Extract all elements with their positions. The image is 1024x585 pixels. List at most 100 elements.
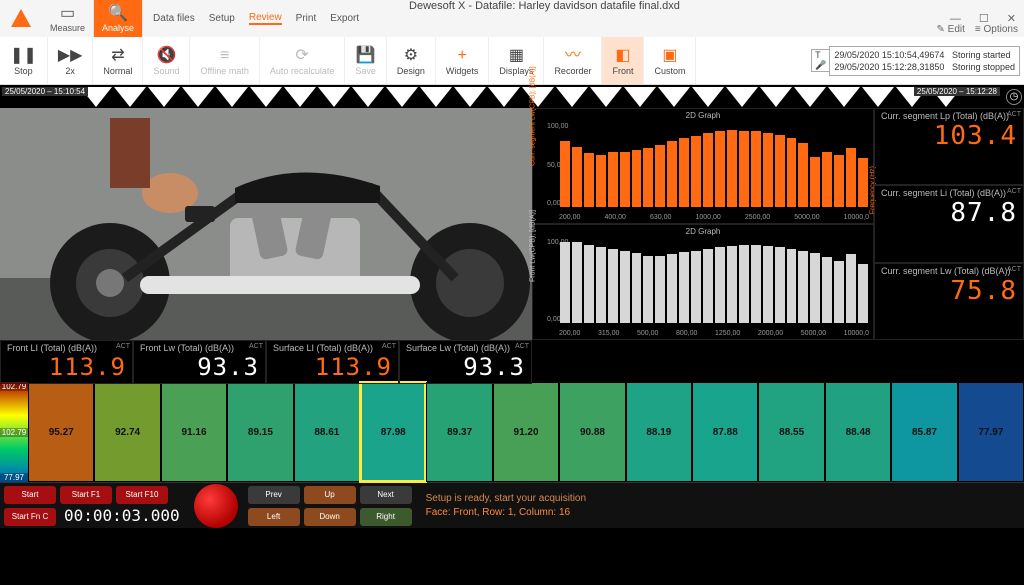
custom-button[interactable]: ▣Custom [644,37,696,84]
doublearrow-icon: ⇄ [111,46,124,66]
measure-label: Measure [50,23,85,33]
pause-icon: ❚❚ [10,46,37,66]
front-button[interactable]: ◧Front [602,37,644,84]
refresh-icon: ⟳ [295,46,308,66]
menu-bar: Data files Setup Review Print Export [143,12,942,25]
digital-right-0[interactable]: ACTCurr. segment Lp (Total) (dB(A))103.4 [874,108,1024,185]
color-cell-4[interactable]: 88.61 [294,382,360,482]
yticks-1: 100,000,00 [547,239,559,323]
app-logo [0,0,42,37]
grid-icon: ▦ [509,46,524,66]
bars-0 [559,123,869,207]
color-table[interactable]: 102.79 102.79 77.97 95.2792.7491.1689.15… [0,382,1024,482]
menu-data-files[interactable]: Data files [153,13,195,24]
analyse-mode-button[interactable]: 🔍 Analyse [94,0,143,37]
plus-icon: + [457,46,466,66]
digital-bottom-1[interactable]: ACTFront Lw (Total) (dB(A))93.3 [133,340,266,384]
color-cell-10[interactable]: 87.88 [692,382,758,482]
digital-right-2[interactable]: ACTCurr. segment Lw (Total) (dB(A))75.8 [874,263,1024,340]
status-text: Setup is ready, start your acquisition F… [426,492,586,520]
video-display[interactable] [0,108,532,340]
digital-right-1[interactable]: ACTCurr. segment Li (Total) (dB(A))87.8 [874,185,1024,262]
next-button[interactable]: Next [360,486,412,504]
auto-recalculate-button[interactable]: ⟳Auto recalculate [260,37,346,84]
event-log: T🎤 29/05/2020 15:10:54,49674 Storing sta… [807,37,1024,84]
color-cell-8[interactable]: 90.88 [559,382,625,482]
timecode: 00:00:03.000 [58,506,186,528]
color-cell-6[interactable]: 89.37 [426,382,492,482]
window-title: Dewesoft X - Datafile: Harley davidson d… [405,0,680,12]
recorder-button[interactable]: 〰Recorder [544,37,602,84]
menu-review[interactable]: Review [249,12,282,25]
start-fnc-button[interactable]: Start Fn C [4,508,56,526]
speed-2x-button[interactable]: ▶▶2x [48,37,94,84]
gear-icon: ⚙ [404,46,418,66]
math-icon: ≡ [220,46,229,66]
color-cell-11[interactable]: 88.55 [758,382,824,482]
measure-mode-button[interactable]: ▭ Measure [42,0,94,37]
start-f1-button[interactable]: Start F1 [60,486,112,504]
waveform-icon: 〰 [565,46,581,66]
color-scale: 102.79 102.79 77.97 [0,382,28,482]
left-button[interactable]: Left [248,508,300,526]
color-cell-12[interactable]: 88.48 [825,382,891,482]
color-cell-5[interactable]: 87.98 [360,382,426,482]
digital-bottom-2[interactable]: ACTSurface LI (Total) (dB(A))113.9 [266,340,399,384]
normal-button[interactable]: ⇄Normal [93,37,143,84]
main-panel: 2D Graph Curr. segment Lw(CPB); [dB(A)] … [0,108,1024,340]
stop-button[interactable]: ❚❚Stop [0,37,48,84]
color-cell-3[interactable]: 89.15 [227,382,293,482]
ribbon-toolbar: ❚❚Stop ▶▶2x ⇄Normal 🔇Sound ≡Offline math… [0,37,1024,85]
graph-curr-segment-lw[interactable]: 2D Graph Curr. segment Lw(CPB); [dB(A)] … [532,108,874,224]
color-cell-7[interactable]: 91.20 [493,382,559,482]
timeline-strip[interactable]: 25/05/2020 – 15:10:54 25/05/2020 – 15:12… [0,85,1024,108]
color-cell-13[interactable]: 85.87 [891,382,957,482]
mic-icon: 🎤 [815,60,826,71]
color-cell-9[interactable]: 88.19 [626,382,692,482]
record-indicator[interactable] [194,484,238,528]
save-button[interactable]: 💾Save [345,37,387,84]
color-cell-2[interactable]: 91.16 [161,382,227,482]
layout-icon: ◧ [615,46,630,66]
search-icon: 🔍 [108,5,128,23]
xticks-1: 200,00315,00500,00800,001250,002000,0050… [559,330,869,337]
start-button[interactable]: Start [4,486,56,504]
fastfwd-icon: ▶▶ [58,46,83,66]
edit-link[interactable]: ✎ Edit [937,24,965,35]
title-bar: ▭ Measure 🔍 Analyse Dewesoft X - Datafil… [0,0,1024,37]
text-icon: T [815,50,826,60]
up-button[interactable]: Up [304,486,356,504]
menu-print[interactable]: Print [296,13,317,24]
prev-button[interactable]: Prev [248,486,300,504]
yticks-0: 100,0050,000,00 [547,123,559,207]
clock-icon[interactable]: ◷ [1006,89,1022,105]
sound-button[interactable]: 🔇Sound [143,37,190,84]
down-button[interactable]: Down [304,508,356,526]
analyse-label: Analyse [102,23,134,33]
control-bar: Start Start F1 Start F10 Start Fn C 00:0… [0,482,1024,528]
right-button[interactable]: Right [360,508,412,526]
color-cell-1[interactable]: 92.74 [94,382,160,482]
color-cell-0[interactable]: 95.27 [28,382,94,482]
start-f10-button[interactable]: Start F10 [116,486,168,504]
menu-export[interactable]: Export [330,13,359,24]
digital-row: ACTFront LI (Total) (dB(A))113.9ACTFront… [0,340,532,382]
terminal-icon: ▣ [662,46,677,66]
widgets-button[interactable]: +Widgets [436,37,490,84]
digital-bottom-0[interactable]: ACTFront LI (Total) (dB(A))113.9 [0,340,133,384]
timeline-start-label: 25/05/2020 – 15:10:54 [2,87,88,96]
save-icon: 💾 [356,46,376,66]
xticks-0: 200,00400,00630,001000,002500,005000,001… [559,214,869,221]
graph-front-lw[interactable]: 2D Graph Front Lw(CPB); [dB(A)] 100,000,… [532,224,874,340]
menu-setup[interactable]: Setup [209,13,235,24]
gauge-icon: ▭ [60,5,75,23]
design-button[interactable]: ⚙Design [387,37,436,84]
color-cell-14[interactable]: 77.97 [958,382,1024,482]
minimize-button[interactable]: — [950,13,961,25]
speaker-mute-icon: 🔇 [156,46,176,66]
timeline-end-label: 25/05/2020 – 15:12:28 [914,87,1000,96]
options-link[interactable]: ≡ Options [975,24,1018,35]
digital-bottom-3[interactable]: ACTSurface Lw (Total) (dB(A))93.3 [399,340,532,384]
bars-1 [559,239,869,323]
offline-math-button[interactable]: ≡Offline math [190,37,259,84]
